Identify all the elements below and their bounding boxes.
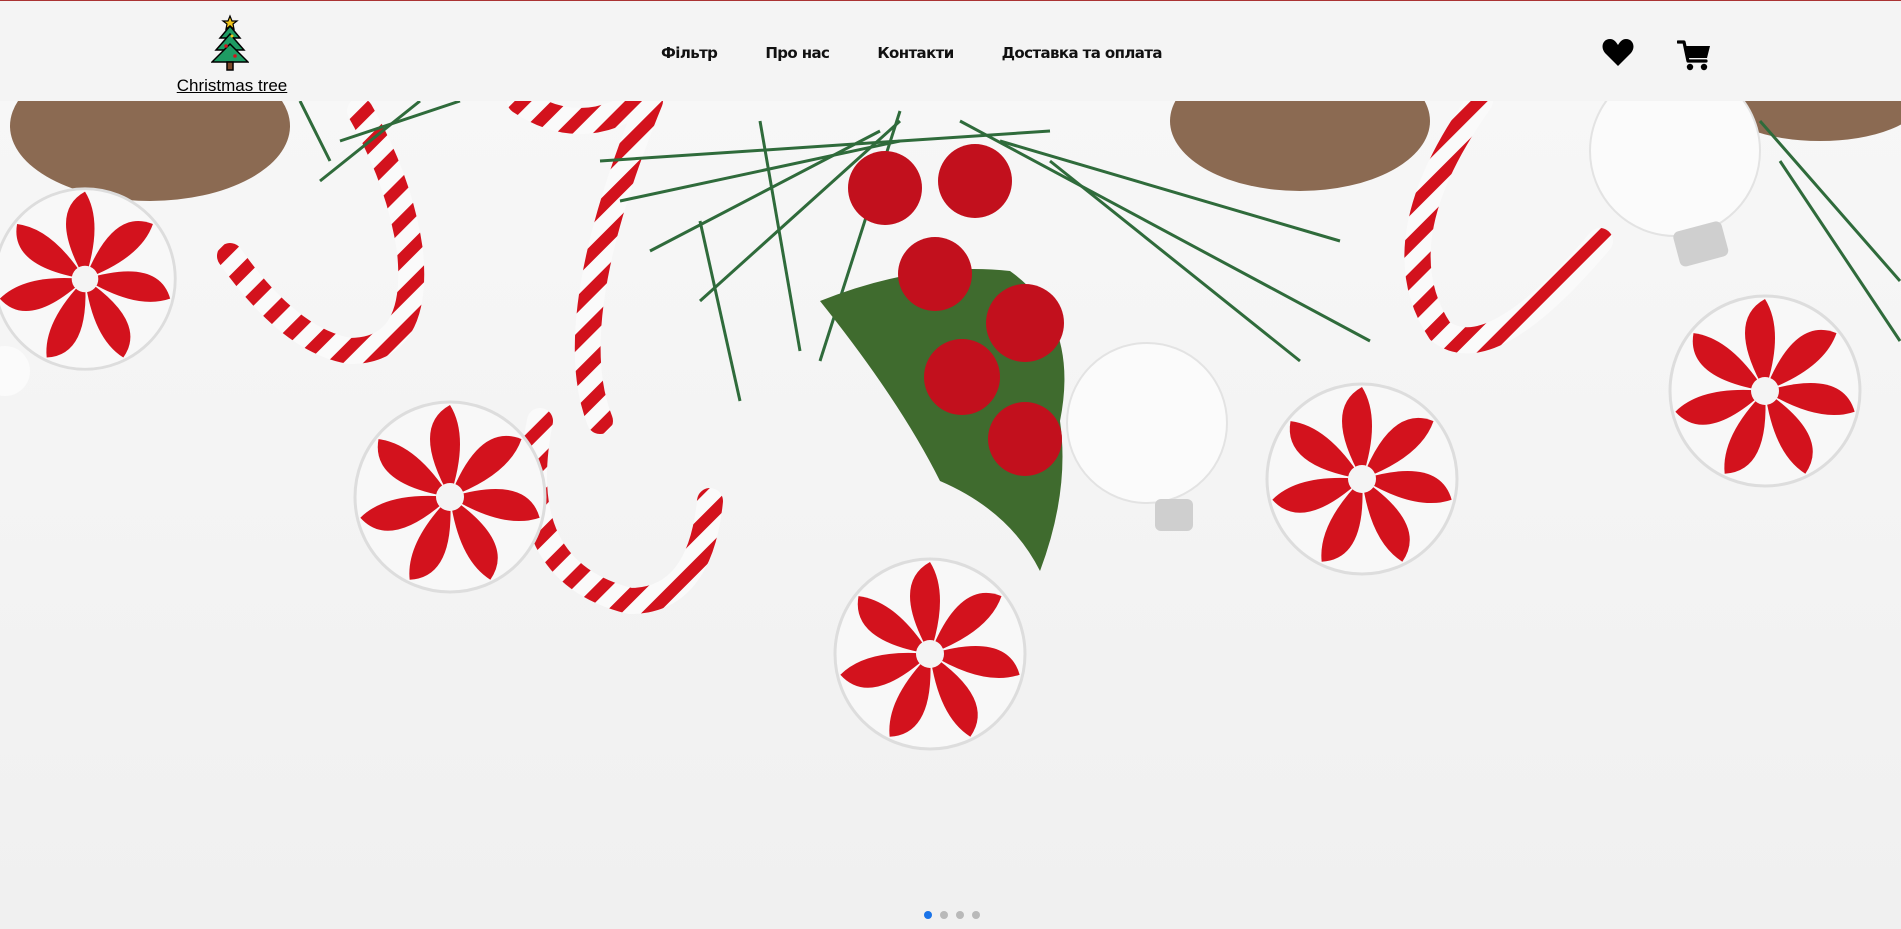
cart-icon[interactable] xyxy=(1677,39,1711,72)
site-header: Christmas tree Фільтр Про нас Контакти Д… xyxy=(0,0,1901,101)
carousel-dot-2[interactable] xyxy=(940,911,948,919)
carousel-dots xyxy=(924,911,980,919)
christmas-tree-icon xyxy=(211,14,249,71)
carousel-dot-1[interactable] xyxy=(924,911,932,919)
brand-name[interactable]: Christmas tree xyxy=(174,76,290,96)
logo-link[interactable]: Christmas tree xyxy=(174,13,290,99)
nav-item-about[interactable]: Про нас xyxy=(765,41,830,65)
hero-banner xyxy=(0,101,1901,929)
heart-icon[interactable] xyxy=(1602,37,1634,67)
main-nav: Фільтр Про нас Контакти Доставка та опла… xyxy=(661,41,1163,65)
hero-image xyxy=(0,101,1901,751)
nav-item-filter[interactable]: Фільтр xyxy=(661,41,718,65)
carousel-dot-3[interactable] xyxy=(956,911,964,919)
nav-item-contacts[interactable]: Контакти xyxy=(877,41,954,65)
carousel-dot-4[interactable] xyxy=(972,911,980,919)
nav-item-delivery[interactable]: Доставка та оплата xyxy=(1002,41,1163,65)
